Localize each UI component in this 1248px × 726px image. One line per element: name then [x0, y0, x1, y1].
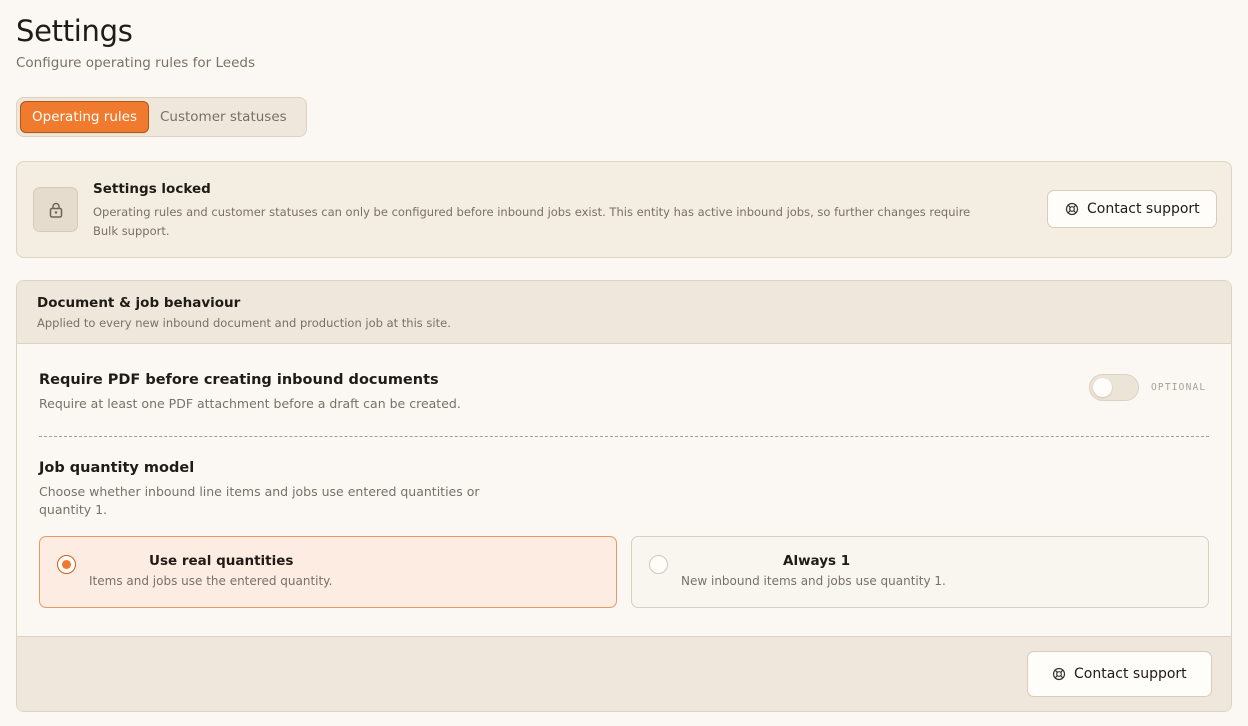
radio-use-real-quantities[interactable]: [57, 555, 76, 574]
quantity-model-description: Choose whether inbound line items and jo…: [39, 484, 480, 517]
settings-locked-banner: Settings locked Operating rules and cust…: [16, 161, 1232, 258]
radio-selected-dot: [61, 559, 71, 569]
locked-description: Operating rules and customer statuses ca…: [93, 205, 971, 238]
optional-badge: OPTIONAL: [1151, 382, 1207, 393]
option-description: New inbound items and jobs use quantity …: [681, 574, 946, 588]
tab-operating-rules[interactable]: Operating rules: [20, 101, 149, 133]
option-title: Use real quantities: [149, 553, 294, 569]
document-job-behaviour-card: Document & job behaviour Applied to ever…: [16, 280, 1232, 712]
require-pdf-title: Require PDF before creating inbound docu…: [39, 372, 439, 388]
option-always-1[interactable]: Always 1 New inbound items and jobs use …: [631, 536, 1209, 608]
section-divider: [39, 436, 1209, 437]
card-header: Document & job behaviour Applied to ever…: [17, 281, 1231, 344]
quantity-model-title: Job quantity model: [39, 460, 195, 476]
card-title: Document & job behaviour: [37, 295, 241, 311]
option-description: Items and jobs use the entered quantity.: [89, 574, 333, 588]
require-pdf-toggle[interactable]: [1089, 374, 1139, 401]
card-subtitle: Applied to every new inbound document an…: [37, 316, 451, 330]
lock-icon: [49, 202, 62, 218]
settings-tabs: Operating rules Customer statuses: [16, 97, 307, 137]
page-subtitle: Configure operating rules for Leeds: [16, 55, 255, 71]
settings-page: Settings Configure operating rules for L…: [0, 0, 1248, 726]
option-title: Always 1: [783, 553, 851, 569]
contact-support-label: Contact support: [1074, 666, 1187, 682]
toggle-knob: [1093, 378, 1112, 397]
lock-icon-box: [33, 187, 78, 232]
option-use-real-quantities[interactable]: Use real quantities Items and jobs use t…: [39, 536, 617, 608]
lifebuoy-icon: [1052, 667, 1066, 681]
require-pdf-description: Require at least one PDF attachment befo…: [39, 396, 461, 411]
card-footer: Contact support: [17, 636, 1231, 711]
page-title: Settings: [16, 14, 133, 48]
lifebuoy-icon: [1065, 202, 1079, 216]
tab-customer-statuses[interactable]: Customer statuses: [149, 101, 303, 133]
contact-support-label: Contact support: [1087, 201, 1200, 217]
locked-title: Settings locked: [93, 181, 211, 197]
contact-support-button[interactable]: Contact support: [1047, 190, 1217, 228]
radio-always-1[interactable]: [649, 555, 668, 574]
footer-contact-support-button[interactable]: Contact support: [1027, 651, 1212, 697]
